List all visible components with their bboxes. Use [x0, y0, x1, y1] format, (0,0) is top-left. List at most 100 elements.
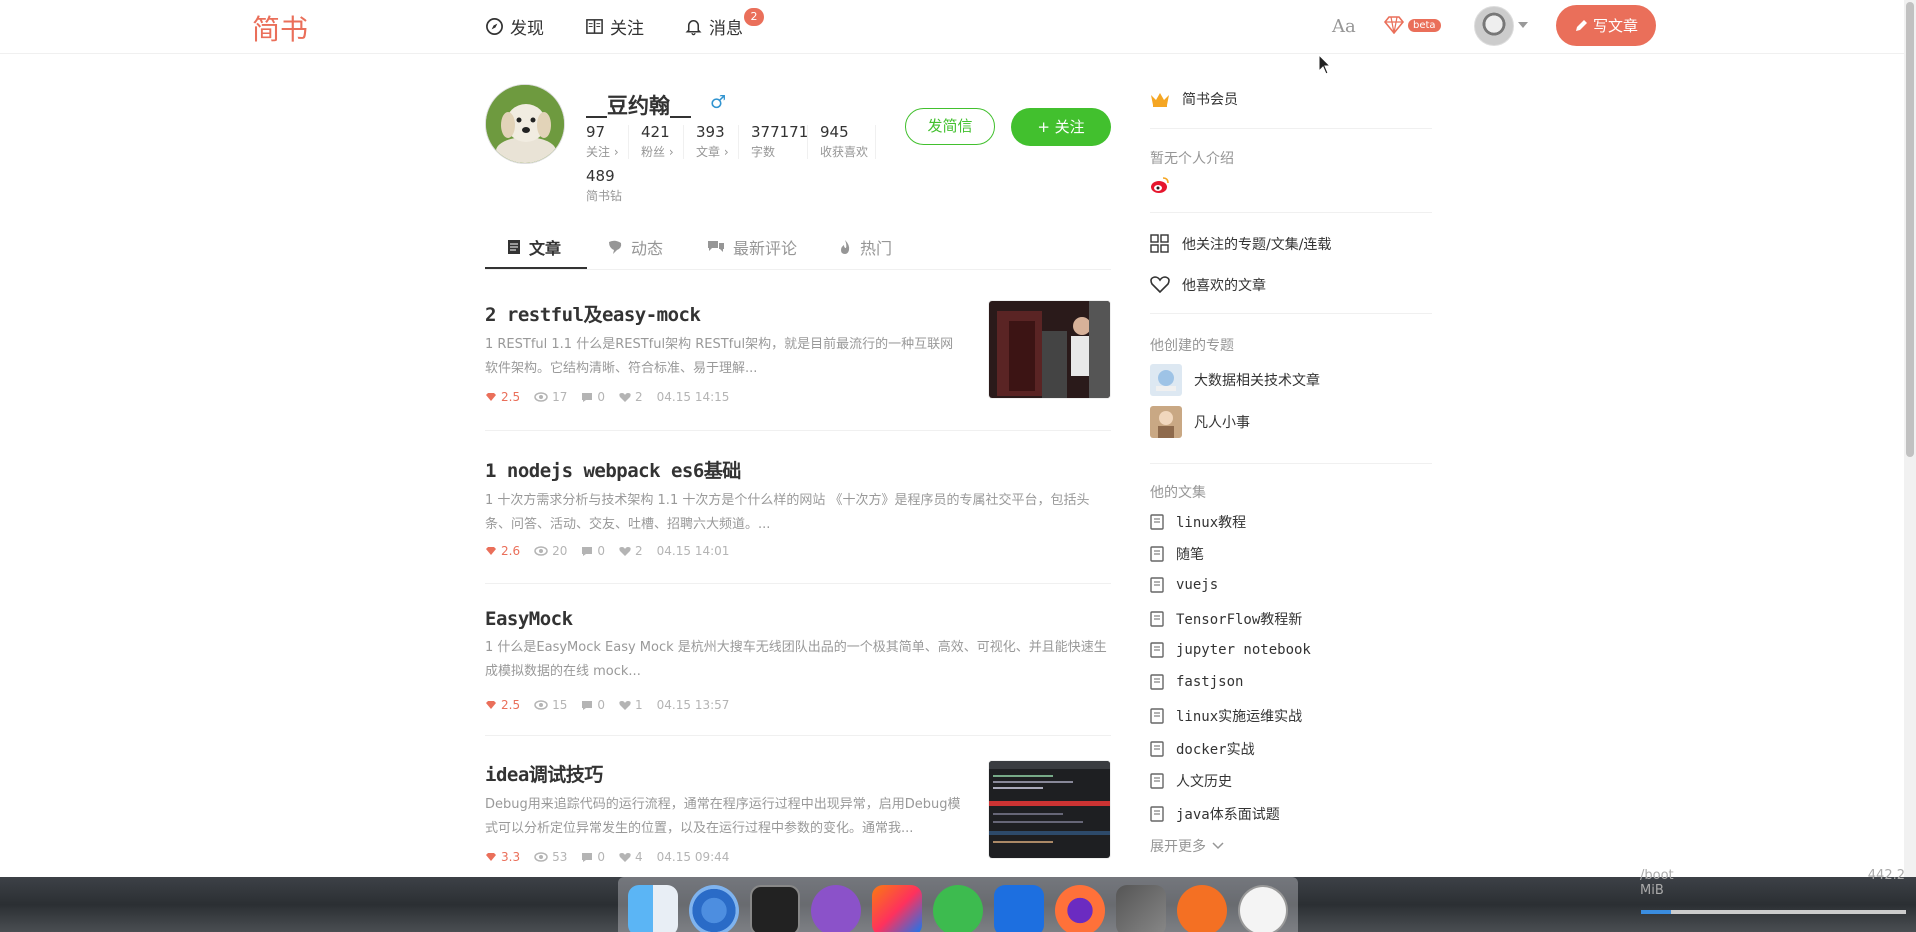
- beta-link[interactable]: beta: [1383, 16, 1441, 34]
- notebook-icon: [1150, 773, 1164, 789]
- notebook-item[interactable]: linux教程: [1150, 512, 1246, 532]
- stat-articles[interactable]: 393 文章 ›: [696, 123, 729, 160]
- stat-following[interactable]: 97 关注 ›: [586, 123, 619, 160]
- firefox-icon[interactable]: [1054, 885, 1105, 932]
- divider: [628, 125, 629, 159]
- article-title[interactable]: 2 restful及easy-mock: [485, 300, 965, 327]
- tab-activity[interactable]: 动态: [607, 235, 663, 259]
- notebook-item[interactable]: vuejs: [1150, 577, 1218, 593]
- top-navbar: 简书 发现 关注 消息 2 Aa beta 写文章: [0, 0, 1904, 54]
- notebook-item[interactable]: linux实施运维实战: [1150, 706, 1302, 726]
- article-item[interactable]: 1 nodejs webpack es6基础 1 十次方需求分析与技术架构 1.…: [485, 456, 1111, 584]
- followed-collections-link[interactable]: 他关注的专题/文集/连载: [1150, 234, 1331, 254]
- followed-collections-label: 他关注的专题/文集/连载: [1182, 237, 1332, 253]
- article-comments[interactable]: 0: [581, 850, 605, 864]
- article-comments[interactable]: 0: [581, 390, 605, 404]
- notebook-item[interactable]: 随笔: [1150, 544, 1204, 564]
- vip-label: 简书会员: [1182, 92, 1238, 108]
- divider: [683, 125, 684, 159]
- notebook-label: linux实施运维实战: [1176, 709, 1303, 725]
- no-intro-text: 暂无个人介绍: [1150, 148, 1234, 168]
- chromium-icon[interactable]: [688, 885, 739, 932]
- sysmon-left: /boot: [1640, 868, 1674, 883]
- topic-item[interactable]: 大数据相关技术文章: [1150, 364, 1320, 396]
- weibo-link[interactable]: [1150, 176, 1170, 194]
- tab-hot-label: 热门: [860, 239, 893, 258]
- notebook-item[interactable]: 人文历史: [1150, 771, 1232, 791]
- notebook-label: 随笔: [1176, 547, 1204, 563]
- logo[interactable]: 简书: [252, 8, 308, 48]
- notebook-item[interactable]: java体系面试题: [1150, 804, 1280, 824]
- chevron-down-icon[interactable]: [1518, 22, 1528, 28]
- finder-icon[interactable]: [628, 885, 678, 932]
- stat-followers[interactable]: 421 粉丝 ›: [641, 123, 674, 160]
- article-item[interactable]: idea调试技巧 Debug用来追踪代码的运行流程，通常在程序运行过程中出现异常…: [485, 760, 1111, 877]
- expand-more-link[interactable]: 展开更多: [1150, 836, 1224, 856]
- divider: [1150, 463, 1432, 464]
- article-likes: 1: [619, 698, 643, 712]
- article-title[interactable]: EasyMock: [485, 608, 1111, 630]
- article-title[interactable]: idea调试技巧: [485, 760, 965, 787]
- notebook-item[interactable]: fastjson: [1150, 674, 1243, 690]
- article-views[interactable]: 15: [534, 698, 567, 712]
- eye-icon: [534, 700, 548, 710]
- postman-icon[interactable]: [1176, 885, 1227, 932]
- tab-hot[interactable]: 热门: [838, 235, 892, 259]
- article-abstract: 1 RESTful 1.1 什么是RESTful架构 RESTful架构，就是目…: [485, 337, 954, 376]
- article-item[interactable]: EasyMock 1 什么是EasyMock Easy Mock 是杭州大搜车无…: [485, 608, 1111, 736]
- notebook-item[interactable]: TensorFlow教程新: [1150, 609, 1302, 629]
- user-avatar[interactable]: [1474, 6, 1514, 46]
- article-meta: 2.6 20 0 2 04.15 14:01: [485, 544, 729, 558]
- dog-photo: [486, 85, 564, 163]
- send-message-button[interactable]: 发简信: [905, 108, 995, 145]
- nav-discover[interactable]: 发现: [485, 14, 544, 39]
- notebook-item[interactable]: jupyter notebook: [1150, 642, 1311, 658]
- topic-item[interactable]: 凡人小事: [1150, 406, 1250, 438]
- clock-icon[interactable]: [1237, 885, 1288, 932]
- profile-name[interactable]: __豆约翰__: [586, 90, 691, 120]
- vip-link[interactable]: 简书会员: [1150, 89, 1238, 109]
- article-comments[interactable]: 0: [581, 698, 605, 712]
- tab-articles[interactable]: 文章: [507, 235, 561, 259]
- liked-articles-link[interactable]: 他喜欢的文章: [1150, 275, 1266, 295]
- scrollbar-thumb[interactable]: [1906, 2, 1914, 457]
- article-abstract: Debug用来追踪代码的运行流程，通常在程序运行过程中出现异常，启用Debug模…: [485, 797, 961, 836]
- created-topics-title: 他创建的专题: [1150, 338, 1234, 354]
- chevron-down-icon: [1212, 842, 1224, 850]
- font-size-toggle[interactable]: Aa: [1332, 16, 1356, 37]
- topic-label: 大数据相关技术文章: [1194, 373, 1320, 389]
- nav-messages[interactable]: 消息: [684, 14, 743, 39]
- notebook-item[interactable]: docker实战: [1150, 739, 1255, 759]
- intellij-icon[interactable]: [872, 885, 922, 932]
- article-thumbnail[interactable]: [988, 760, 1111, 859]
- divider: [738, 125, 739, 159]
- article-diamonds: 3.3: [485, 850, 520, 864]
- article-item[interactable]: 2 restful及easy-mock 1 RESTful 1.1 什么是RES…: [485, 300, 1111, 431]
- write-article-button[interactable]: 写文章: [1556, 5, 1656, 46]
- follow-button[interactable]: + 关注: [1011, 108, 1111, 146]
- article-thumbnail[interactable]: [988, 300, 1111, 399]
- heart-icon: [619, 852, 631, 862]
- article-comments[interactable]: 0: [581, 544, 605, 558]
- article-title[interactable]: 1 nodejs webpack es6基础: [485, 456, 1111, 483]
- confluence-icon[interactable]: [993, 885, 1044, 932]
- vscode-icon[interactable]: [811, 885, 862, 932]
- nav-follow[interactable]: 关注: [585, 14, 644, 39]
- profile-avatar[interactable]: [485, 84, 565, 164]
- article-diamonds: 2.5: [485, 390, 520, 404]
- article-views[interactable]: 20: [534, 544, 567, 558]
- article-diamonds: 2.5: [485, 698, 520, 712]
- article-views[interactable]: 53: [534, 850, 567, 864]
- notebook-label: 人文历史: [1176, 774, 1232, 790]
- active-tab-underline: [485, 267, 587, 269]
- bell-icon: [685, 20, 702, 36]
- screenshot-icon[interactable]: [1115, 885, 1166, 932]
- terminal-icon[interactable]: [749, 885, 801, 932]
- article-meta: 2.5 17 0 2 04.15 14:15: [485, 390, 729, 404]
- notebook-label: fastjson: [1176, 674, 1244, 690]
- stat-words-label: 字数: [751, 145, 776, 159]
- tab-latest-comments[interactable]: 最新评论: [707, 235, 797, 259]
- notebooks-title: 他的文集: [1150, 485, 1206, 501]
- article-views[interactable]: 17: [534, 390, 567, 404]
- telegram-icon[interactable]: [933, 885, 983, 932]
